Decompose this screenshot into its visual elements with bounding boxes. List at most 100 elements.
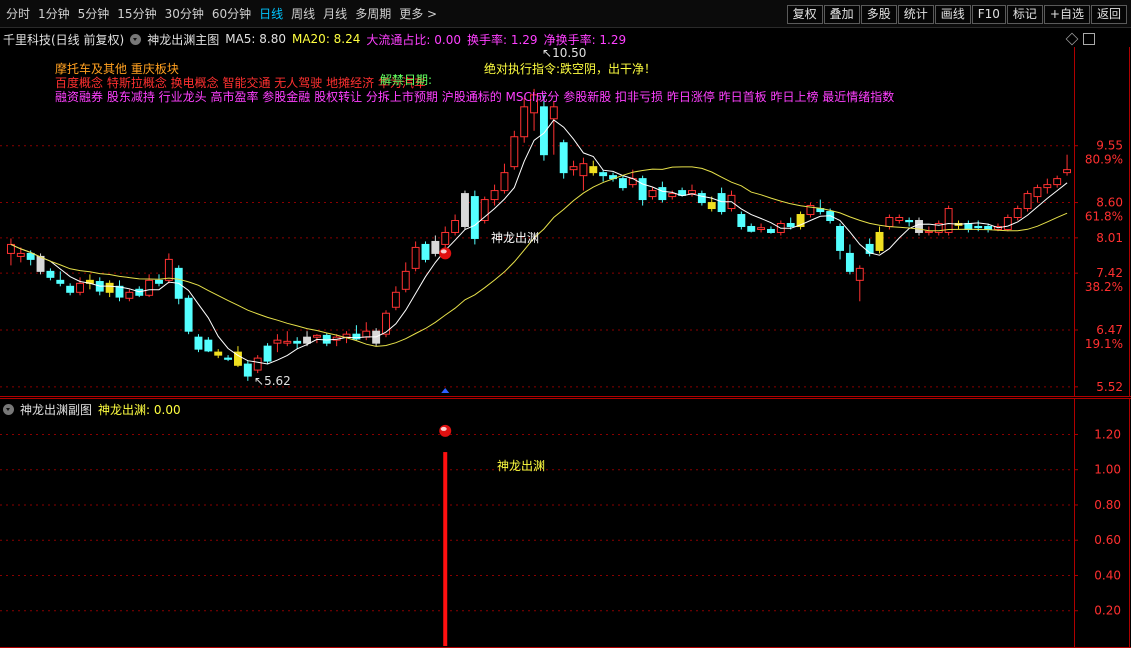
candle-body	[737, 214, 746, 227]
maximize-icon[interactable]	[1083, 33, 1095, 45]
stock-title: 千里科技(日线 前复权)	[3, 32, 125, 47]
candle-body	[845, 252, 854, 272]
instruction-text: 绝对执行指令:跌空阴，出干净！	[484, 62, 657, 76]
tab-timeframe-5[interactable]: 60分钟	[208, 5, 255, 23]
candle-body	[875, 231, 884, 251]
tab-timeframe-6[interactable]: 日线	[255, 5, 287, 23]
candle-body	[441, 231, 450, 245]
candle-body	[747, 225, 756, 232]
candle-body	[56, 279, 65, 284]
toolbar-button-8[interactable]: 返回	[1090, 5, 1127, 24]
candle-body	[431, 240, 440, 254]
tab-timeframe-2[interactable]: 5分钟	[74, 5, 114, 23]
candle-body	[510, 136, 519, 168]
toolbar-button-4[interactable]: 画线	[934, 5, 971, 24]
candle-body	[283, 340, 292, 344]
candle-body	[855, 267, 864, 281]
window-controls	[1061, 32, 1095, 46]
candle-body	[569, 166, 578, 171]
candle-body	[16, 252, 25, 257]
candle-body	[164, 258, 173, 281]
selection-marker	[441, 388, 450, 393]
toolbar-button-0[interactable]: 复权	[786, 5, 823, 24]
tab-timeframe-4[interactable]: 30分钟	[161, 5, 208, 23]
candle-body	[1043, 184, 1052, 189]
toolbar-button-2[interactable]: 多股	[860, 5, 897, 24]
candle-body	[559, 142, 568, 174]
candle-body	[579, 163, 588, 177]
tab-timeframe-10[interactable]: 更多 >	[395, 5, 441, 23]
candle-body	[46, 270, 55, 278]
candle-body	[421, 243, 430, 260]
concept-tags: 百度概念 特斯拉概念 换电概念 智能交通 无人驾驶 地摊经济 华为汽车	[55, 76, 426, 90]
signal-label-main: 神龙出渊	[491, 231, 540, 245]
indicator-tick-label: 1.20	[1094, 427, 1121, 441]
candle-body	[688, 190, 696, 195]
candle-body	[1003, 217, 1012, 230]
toolbar-button-7[interactable]: +自选	[1043, 5, 1090, 24]
tab-timeframe-9[interactable]: 多周期	[351, 5, 395, 23]
indicator-tick-label: 0.60	[1094, 533, 1121, 547]
candle-body	[589, 166, 598, 174]
low-price-label: ↖5.62	[254, 374, 291, 388]
indicator-panel[interactable]: 1.20 1.00 0.80 0.60 0.40 0.20	[0, 398, 1131, 648]
candle-body	[984, 225, 993, 230]
indicator-signal-ball	[439, 424, 452, 437]
candle-body	[391, 291, 400, 308]
candle-body	[500, 172, 509, 192]
candle-body	[401, 270, 410, 290]
candle-body	[322, 334, 331, 344]
indicator-info-line: 神龙出渊副图 神龙出渊: 0.00	[3, 401, 187, 417]
indicator-dropdown-icon[interactable]	[130, 33, 142, 45]
tab-timeframe-8[interactable]: 月线	[319, 5, 351, 23]
price-tick-label: 5.52	[1096, 380, 1123, 394]
diamond-icon[interactable]	[1065, 32, 1079, 46]
candle-body	[668, 193, 677, 198]
price-tick-label: 8.01	[1096, 231, 1123, 245]
candle-body	[382, 312, 390, 335]
sub-indicator-dropdown-icon[interactable]	[3, 403, 14, 415]
candle-body	[303, 336, 312, 344]
ma20-value: MA20: 8.24	[291, 32, 361, 46]
tab-timeframe-7[interactable]: 周线	[287, 5, 319, 23]
candle-body	[253, 357, 262, 371]
toolbar-button-3[interactable]: 统计	[897, 5, 934, 24]
candle-body	[451, 220, 460, 233]
toolbar-button-5[interactable]: F10	[971, 5, 1006, 24]
main-indicator-name[interactable]: 神龙出渊主图	[147, 31, 219, 48]
candle-body	[76, 282, 84, 293]
low-price-value: 5.62	[264, 374, 291, 388]
candle-body	[697, 193, 706, 204]
candle-body	[658, 187, 667, 201]
candle-body	[757, 227, 766, 230]
candle-body	[520, 106, 529, 138]
candle-body	[648, 190, 657, 198]
tab-timeframe-3[interactable]: 15分钟	[113, 5, 160, 23]
high-price-value: 10.50	[552, 46, 587, 60]
feature-tags: 融资融券 股东减持 行业龙头 高市盈率 参股金融 股权转让 分拆上市预期 沪股通…	[55, 90, 895, 104]
toolbar-button-6[interactable]: 标记	[1006, 5, 1043, 24]
price-tick-label: 9.55	[1096, 139, 1123, 153]
candle-body	[618, 178, 627, 189]
candle-body	[707, 202, 716, 210]
timeframe-tabs: 分时 1分钟 5分钟 15分钟 30分钟 60分钟 日线 周线 月线 多周期 更多 >	[2, 5, 441, 23]
candle-body	[599, 172, 608, 177]
indicator-svg: 1.20 1.00 0.80 0.60 0.40 0.20	[0, 398, 1131, 648]
candle-body	[293, 340, 302, 344]
candle-body	[1033, 187, 1042, 198]
candle-body	[273, 339, 282, 344]
toolbar-button-1[interactable]: 叠加	[823, 5, 860, 24]
candle-body	[214, 351, 223, 356]
price-pct-label: 80.9%	[1085, 153, 1123, 167]
candle-body	[243, 363, 252, 377]
turnover-value: 换手率: 1.29	[466, 32, 538, 47]
sub-indicator-name[interactable]: 神龙出渊副图	[20, 401, 92, 418]
candle-body	[974, 225, 983, 229]
tab-timeframe-0[interactable]: 分时	[2, 5, 34, 23]
price-tick-label: 8.60	[1096, 196, 1123, 210]
flow-ratio-value: 大流通占比: 0.00	[366, 32, 461, 47]
ma5-value: MA5: 8.80	[225, 32, 286, 46]
candle-body	[461, 193, 469, 227]
high-price-label: ↖10.50	[542, 46, 587, 60]
tab-timeframe-1[interactable]: 1分钟	[34, 5, 74, 23]
